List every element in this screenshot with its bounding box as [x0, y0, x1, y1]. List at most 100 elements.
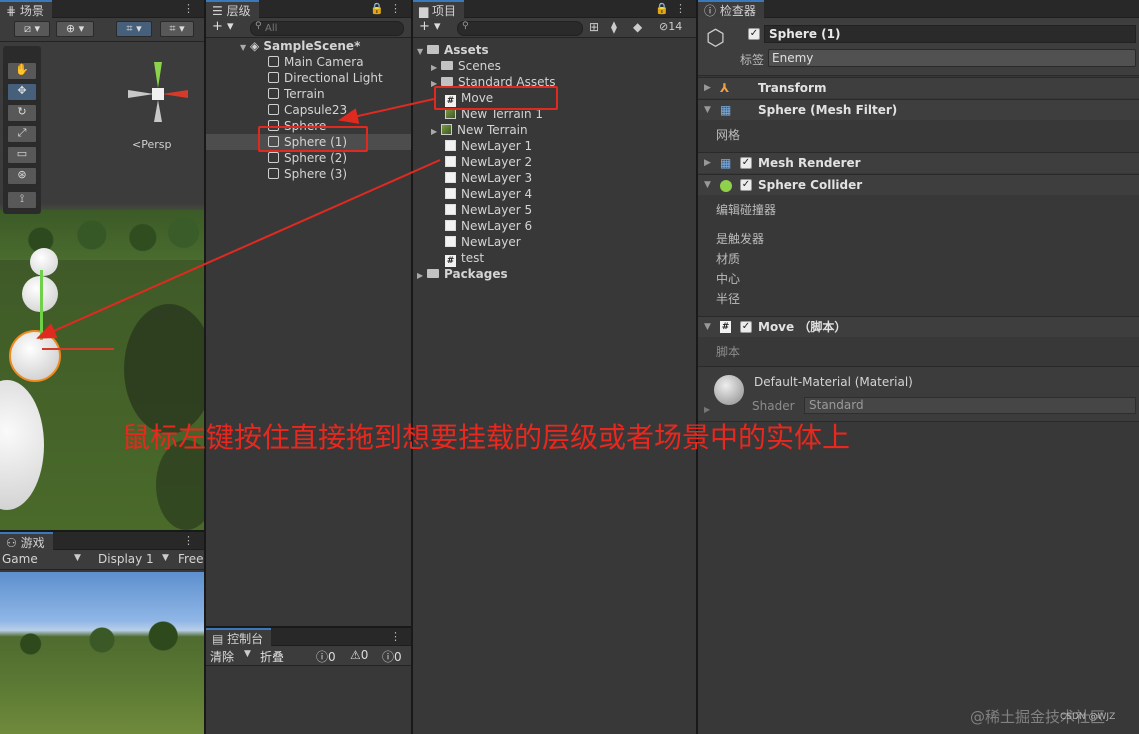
aspect-select[interactable]: Free	[178, 552, 203, 566]
hierarchy-item[interactable]: Main Camera	[268, 54, 411, 70]
move-script-header[interactable]: ▼ # ✓ Move （脚本）	[698, 316, 1139, 337]
sphere-object[interactable]	[30, 248, 58, 276]
gizmo-toggle-button[interactable]: ⌗ ▾	[116, 21, 152, 37]
asset-row[interactable]: NewLayer 2	[445, 154, 696, 170]
asset-row[interactable]: NewLayer 1	[445, 138, 696, 154]
tab-console[interactable]: ▤ 控制台	[206, 628, 272, 646]
grid-snap-button[interactable]: ⌗ ▾	[160, 21, 194, 37]
asset-row[interactable]: # test	[445, 250, 696, 267]
chevron-down-icon: ▼	[704, 322, 711, 332]
selected-sphere[interactable]	[9, 330, 61, 382]
project-toolbar: + ▾ ⚲ ⊞ ⧫ ◆ ⊘14	[413, 18, 696, 38]
chevron-right-icon[interactable]: ▶	[704, 405, 710, 414]
shader-label: Shader	[752, 399, 795, 413]
hierarchy-item[interactable]: Sphere (3)	[268, 166, 411, 182]
warning-icon: ⚠	[350, 648, 361, 662]
assets-folder-row[interactable]: ▼ Assets	[417, 42, 696, 58]
game-tab-menu-icon[interactable]: ⋮	[183, 532, 200, 550]
folder-icon	[441, 77, 453, 86]
hierarchy-item[interactable]: Terrain	[268, 86, 411, 102]
draw-mode-button[interactable]: ⧄ ▾	[14, 21, 50, 37]
terrain-layer-icon	[445, 172, 456, 183]
tab-hierarchy[interactable]: ☰ 层级	[206, 0, 259, 18]
gizmo-neg-y-axis	[154, 100, 162, 122]
mesh-filter-header[interactable]: ▼ ▦ Sphere (Mesh Filter)	[698, 99, 1139, 120]
hierarchy-item[interactable]: Capsule23	[268, 102, 411, 118]
collider-checkbox[interactable]: ✓	[740, 179, 752, 191]
shadow	[124, 304, 204, 434]
is-trigger-label: 是触发器	[716, 232, 765, 246]
collapse-button[interactable]: 折叠	[260, 648, 284, 665]
folder-icon	[441, 61, 453, 70]
hidden-count[interactable]: ⊘14	[659, 20, 682, 33]
chevron-down-icon: ▼	[162, 553, 169, 563]
tab-game[interactable]: ⚇ 游戏	[0, 532, 53, 550]
game-tabbar: ⚇ 游戏 ⋮	[0, 532, 204, 550]
info-count-toggle[interactable]: ⓘ0	[316, 648, 336, 665]
tab-scene[interactable]: ⋕ 场景	[0, 0, 52, 18]
gamepad-icon: ⚇	[6, 536, 21, 550]
packages-folder-row[interactable]: ▶ Packages	[417, 266, 696, 282]
mesh-renderer-header[interactable]: ▶ ▦ ✓ Mesh Renderer	[698, 152, 1139, 173]
asset-row[interactable]: NewLayer 5	[445, 202, 696, 218]
chevron-down-icon[interactable]: ▼	[244, 649, 251, 659]
label-icon[interactable]: ◆	[633, 20, 642, 34]
add-button[interactable]: + ▾	[212, 19, 234, 34]
move-tool-button[interactable]: ✥	[7, 83, 37, 101]
chevron-right-icon: ▶	[704, 83, 711, 93]
info-icon: ⓘ	[316, 650, 329, 664]
transform-tool-button[interactable]: ⊛	[7, 167, 37, 185]
error-count-toggle[interactable]: ⓘ0	[382, 648, 402, 665]
asset-row[interactable]: NewLayer 4	[445, 186, 696, 202]
object-name-field[interactable]: Sphere (1)	[764, 25, 1136, 43]
hierarchy-item[interactable]: Sphere (2)	[268, 150, 411, 166]
display-select[interactable]: Display 1	[98, 552, 154, 566]
highlight-box-move	[434, 86, 558, 110]
move-gizmo-x[interactable]	[42, 348, 114, 350]
scene-root-row[interactable]: ▼ ◈ SampleScene*	[240, 38, 411, 54]
console-panel: ▤ 控制台 ⋮ 清除 ▼ 折叠 ⓘ0 ⚠0 ⓘ0	[206, 628, 411, 734]
project-panel: ▆ 项目 🔒⋮ + ▾ ⚲ ⊞ ⧫ ◆ ⊘14 ▼ Assets ▶ Scenes …	[413, 0, 696, 734]
rect-tool-button[interactable]: ▭	[7, 146, 37, 164]
game-mode-select[interactable]: Game	[2, 552, 38, 566]
search-by-type-icon[interactable]: ⊞	[589, 20, 599, 34]
tag-dropdown[interactable]: Enemy	[768, 49, 1136, 67]
move-script-checkbox[interactable]: ✓	[740, 321, 752, 333]
hierarchy-item[interactable]: Directional Light	[268, 70, 411, 86]
project-search-input[interactable]	[457, 21, 583, 36]
hierarchy-lock-icon[interactable]: 🔒⋮	[370, 0, 407, 18]
globe-button[interactable]: ⊕ ▾	[56, 21, 94, 37]
tab-inspector[interactable]: ⓘ 检查器	[698, 0, 764, 18]
asset-row[interactable]: ▶ New Terrain	[431, 122, 696, 138]
folder-row[interactable]: ▶ Scenes	[431, 58, 696, 74]
shader-dropdown[interactable]: Standard	[804, 397, 1136, 414]
search-icon: ⚲	[462, 21, 469, 31]
asset-row[interactable]: NewLayer 6	[445, 218, 696, 234]
persp-label[interactable]: <Persp	[132, 138, 171, 151]
active-checkbox[interactable]: ✓	[748, 28, 760, 40]
chevron-down-icon: ▼	[74, 553, 81, 563]
custom-tool-button[interactable]: ⟟	[7, 191, 37, 209]
transform-header[interactable]: ▶ ⅄ Transform	[698, 77, 1139, 98]
scene-tab-menu-icon[interactable]: ⋮	[183, 0, 200, 18]
hand-tool-button[interactable]: ✋	[7, 62, 37, 80]
asset-row[interactable]: NewLayer	[445, 234, 696, 250]
filter-icon[interactable]: ⧫	[611, 20, 617, 34]
add-button[interactable]: + ▾	[419, 19, 441, 34]
asset-row[interactable]: NewLayer 3	[445, 170, 696, 186]
clear-button[interactable]: 清除	[210, 648, 234, 665]
hierarchy-search-input[interactable]: All	[250, 21, 404, 36]
move-gizmo-y[interactable]	[40, 270, 43, 340]
game-viewport[interactable]	[0, 572, 204, 734]
project-lock-icon[interactable]: 🔒⋮	[655, 0, 692, 18]
orientation-gizmo[interactable]	[126, 56, 192, 126]
console-tab-menu-icon[interactable]: ⋮	[390, 628, 407, 646]
edit-collider-label[interactable]: 编辑碰撞器	[716, 201, 776, 218]
chevron-right-icon: ▶	[431, 127, 438, 136]
mesh-renderer-checkbox[interactable]: ✓	[740, 157, 752, 169]
scale-tool-button[interactable]: ⤢	[7, 125, 37, 143]
tab-project[interactable]: ▆ 项目	[413, 0, 465, 18]
warn-count-toggle[interactable]: ⚠0	[350, 648, 368, 662]
sphere-collider-header[interactable]: ▼ ✓ Sphere Collider	[698, 174, 1139, 195]
rotate-tool-button[interactable]: ↻	[7, 104, 37, 122]
